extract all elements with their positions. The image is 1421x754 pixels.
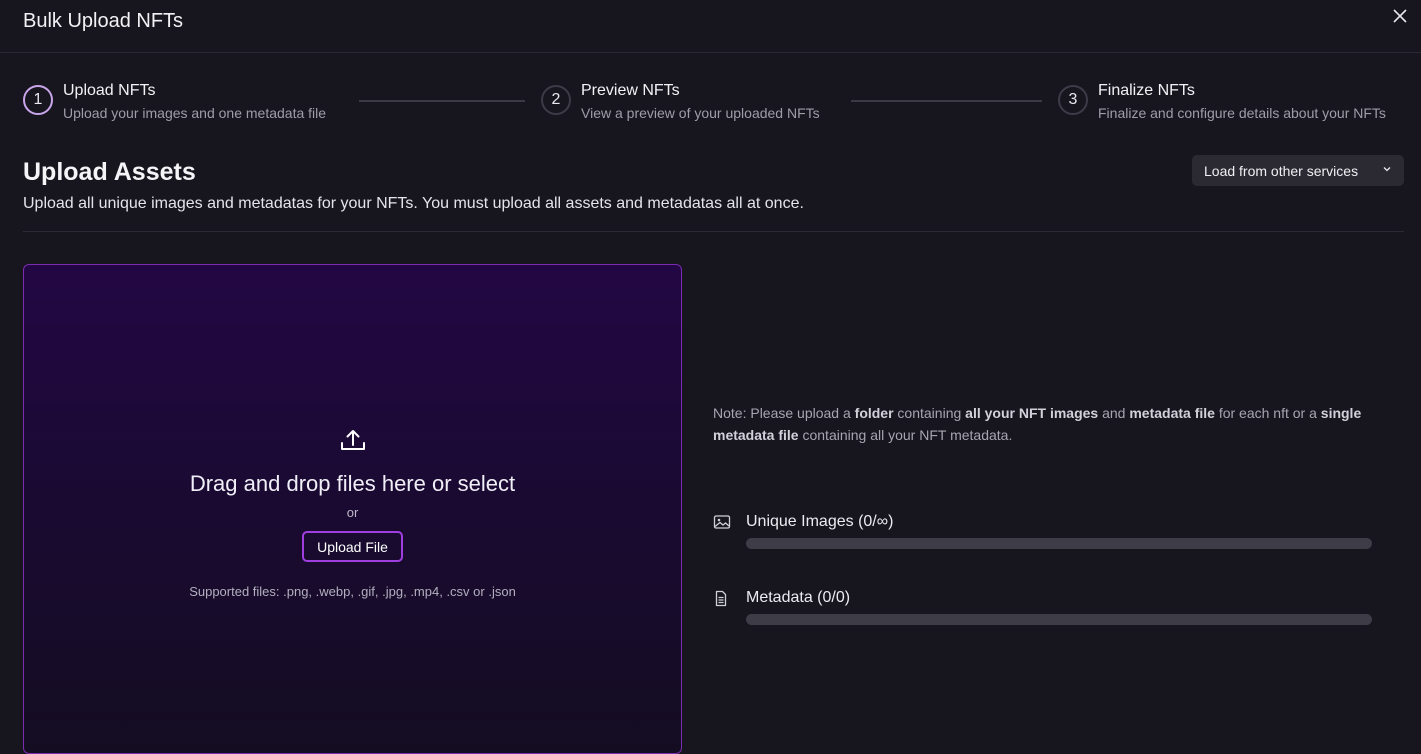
upload-file-button[interactable]: Upload File — [302, 531, 403, 562]
close-button[interactable] — [1388, 4, 1412, 28]
step-title: Finalize NFTs — [1098, 82, 1195, 99]
unique-images-label: Unique Images (0/∞) — [746, 513, 894, 530]
file-dropzone[interactable]: Drag and drop files here or select or Up… — [23, 264, 682, 754]
step-number: 2 — [541, 85, 571, 115]
step-number: 3 — [1058, 85, 1088, 115]
step-title: Upload NFTs — [63, 82, 156, 99]
step-subtitle: View a preview of your uploaded NFTs — [581, 105, 820, 121]
load-from-services-dropdown[interactable]: Load from other services — [1192, 155, 1404, 186]
metadata-progress — [746, 614, 1372, 625]
upload-icon — [341, 430, 365, 450]
step-connector — [851, 100, 1042, 102]
dropzone-or: or — [346, 505, 359, 520]
step-finalize: 3 Finalize NFTs Finalize and configure d… — [1058, 83, 1386, 120]
upload-note: Note: Please upload a folder containing … — [713, 402, 1393, 446]
close-icon — [1393, 9, 1407, 23]
note-text: containing — [893, 405, 966, 421]
note-text: containing all your NFT metadata. — [798, 427, 1013, 443]
modal-title: Bulk Upload NFTs — [23, 10, 184, 32]
note-bold: metadata file — [1129, 405, 1215, 421]
supported-files-text: Supported files: .png, .webp, .gif, .jpg… — [189, 584, 516, 599]
document-icon — [715, 590, 727, 607]
step-subtitle: Upload your images and one metadata file — [63, 105, 327, 121]
chevron-down-icon — [1383, 167, 1391, 172]
step-number: 1 — [23, 85, 53, 115]
modal-header: Bulk Upload NFTs — [0, 0, 1421, 53]
dropzone-title: Drag and drop files here or select — [189, 471, 516, 496]
step-upload: 1 Upload NFTs Upload your images and one… — [23, 83, 326, 120]
image-icon — [713, 515, 731, 529]
load-from-services-label: Load from other services — [1204, 162, 1359, 179]
note-bold: all your NFT images — [965, 405, 1099, 421]
step-subtitle: Finalize and configure details about you… — [1098, 105, 1386, 121]
note-bold: folder — [854, 405, 894, 421]
section-divider — [23, 231, 1404, 232]
step-preview: 2 Preview NFTs View a preview of your up… — [541, 83, 820, 120]
note-text: Note: Please upload a — [713, 405, 855, 421]
metadata-label: Metadata (0/0) — [746, 589, 851, 606]
step-connector — [359, 100, 525, 102]
section-description: Upload all unique images and metadatas f… — [23, 195, 804, 212]
unique-images-progress — [746, 538, 1372, 549]
note-text: and — [1098, 405, 1130, 421]
section-title: Upload Assets — [23, 158, 196, 186]
note-text: for each nft or a — [1214, 405, 1321, 421]
step-title: Preview NFTs — [581, 82, 680, 99]
